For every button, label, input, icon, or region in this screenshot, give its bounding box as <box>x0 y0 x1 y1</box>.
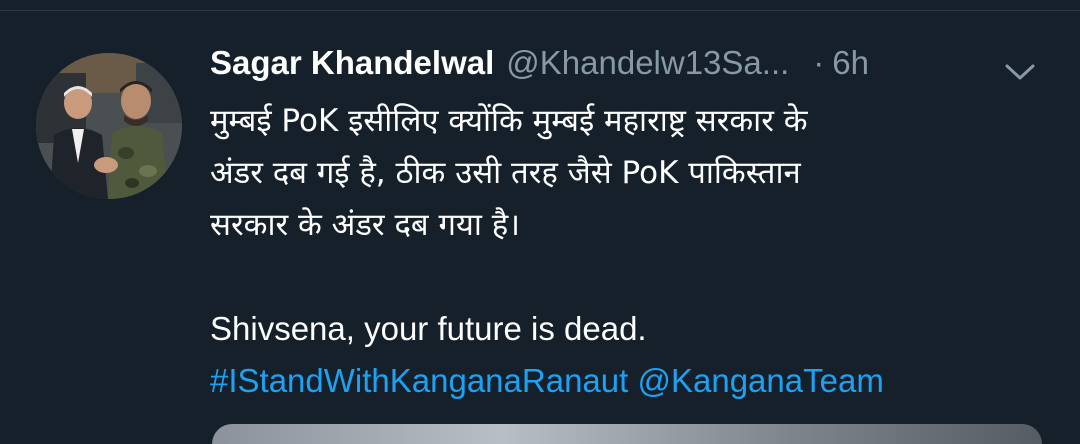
tweet-content: Sagar Khandelwal @Khandelw13Sa... · 6h म… <box>210 41 1050 407</box>
tweet-text-line: अंडर दब गई है, ठीक उसी तरह जैसे PoK पाकि… <box>210 155 801 191</box>
profile-photo <box>36 53 182 199</box>
media-preview[interactable] <box>212 424 1042 444</box>
tweet-text-line: सरकार के अंडर दब गया है। <box>210 207 521 243</box>
avatar[interactable] <box>36 53 182 199</box>
author-handle[interactable]: @Khandelw13Sa... <box>506 44 789 82</box>
chevron-down-icon[interactable] <box>1003 61 1037 83</box>
tweet-text-line: Shivsena, your future is dead. <box>210 310 647 347</box>
tweet-text-line: मुम्बई PoK इसीलिए क्योंकि मुम्बई महाराष्… <box>210 103 808 139</box>
separator-dot: · <box>813 44 825 81</box>
tweet-links: #IStandWithKanganaRanaut @KanganaTeam <box>210 355 1050 407</box>
tweet-text: मुम्बई PoK इसीलिए क्योंकि मुम्बई महाराष्… <box>210 95 1050 355</box>
tweet[interactable]: Sagar Khandelwal @Khandelw13Sa... · 6h म… <box>0 11 1080 444</box>
top-divider <box>0 0 1080 11</box>
hashtag-link[interactable]: #IStandWithKanganaRanaut <box>210 362 628 399</box>
mention-link[interactable]: @KanganaTeam <box>637 362 883 399</box>
tweet-timestamp[interactable]: 6h <box>832 44 869 82</box>
tweet-header: Sagar Khandelwal @Khandelw13Sa... · 6h <box>210 41 1050 85</box>
author-name[interactable]: Sagar Khandelwal <box>210 44 494 82</box>
